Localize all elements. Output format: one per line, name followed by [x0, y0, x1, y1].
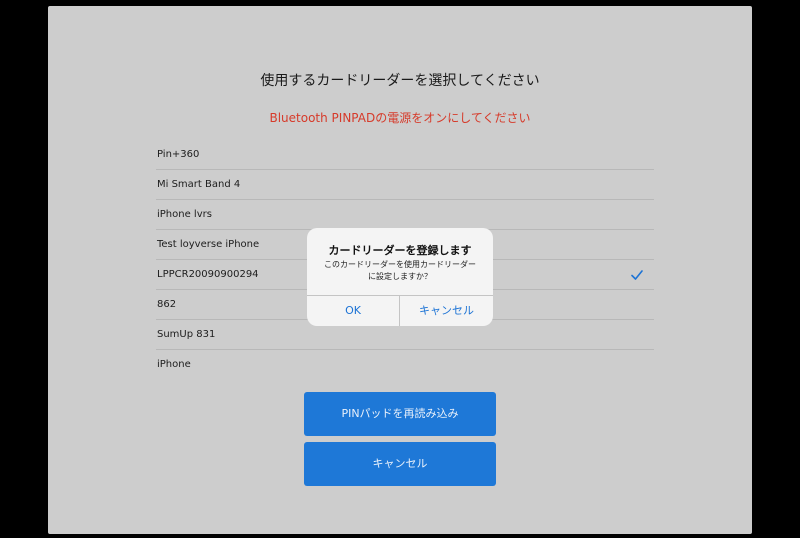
- reader-item-iphone-lvrs[interactable]: iPhone lvrs: [156, 200, 654, 230]
- dialog-ok-button[interactable]: OK: [307, 296, 400, 326]
- dialog-button-bar: OK キャンセル: [307, 295, 493, 326]
- dialog-cancel-button[interactable]: キャンセル: [400, 296, 493, 326]
- dialog-title: カードリーダーを登録します: [328, 244, 472, 257]
- bluetooth-warning: Bluetooth PINPADの電源をオンにしてください: [269, 111, 531, 125]
- reader-label: SumUp 831: [157, 329, 216, 340]
- dialog-message: このカードリーダーを使用カードリーダー に設定しますか？: [317, 259, 483, 283]
- reader-item-iphone[interactable]: iPhone: [156, 350, 654, 380]
- dialog-message-line: に設定しますか？: [368, 272, 432, 281]
- checkmark-icon: [631, 270, 643, 280]
- reader-label: Test loyverse iPhone: [157, 239, 260, 250]
- reader-label: 862: [157, 299, 177, 310]
- register-reader-dialog: カードリーダーを登録します このカードリーダーを使用カードリーダー に設定します…: [307, 228, 493, 326]
- reader-label: LPPCR20090900294: [157, 269, 259, 280]
- reader-label: Mi Smart Band 4: [157, 179, 241, 190]
- reader-label: iPhone lvrs: [157, 209, 212, 220]
- dialog-message-line: このカードリーダーを使用カードリーダー: [324, 260, 476, 269]
- cancel-button[interactable]: キャンセル: [304, 442, 496, 486]
- reader-label: iPhone: [157, 359, 191, 370]
- reader-item-pin360[interactable]: Pin+360: [156, 140, 654, 170]
- page-title: 使用するカードリーダーを選択してください: [260, 73, 540, 89]
- reader-label: Pin+360: [157, 149, 200, 160]
- reload-pinpad-button[interactable]: PINパッドを再読み込み: [304, 392, 496, 436]
- reader-item-mi-smart-band[interactable]: Mi Smart Band 4: [156, 170, 654, 200]
